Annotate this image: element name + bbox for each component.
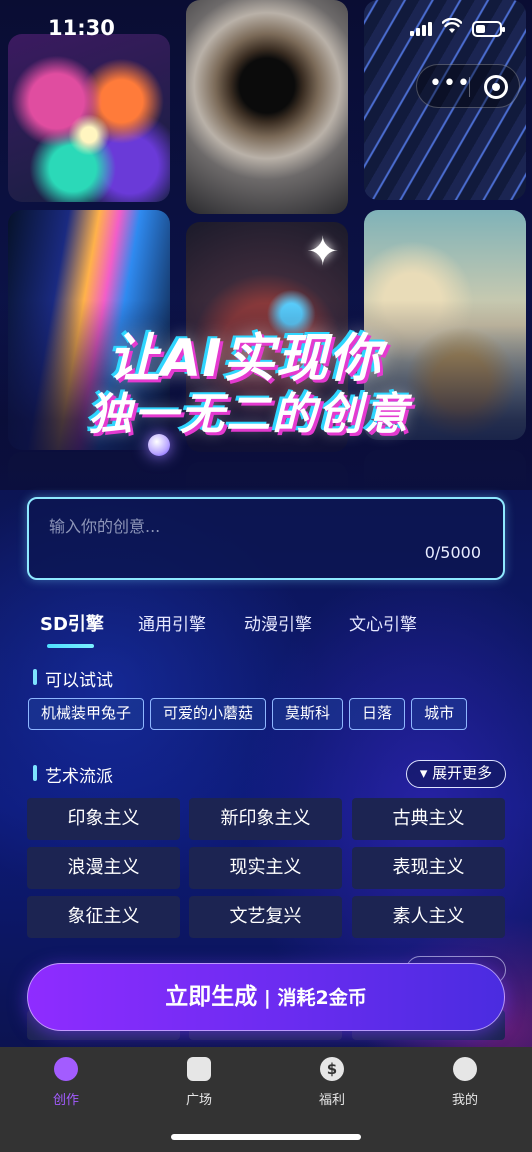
tab-wenxin-engine[interactable]: 文心引擎 [349,610,417,635]
battery-icon [472,21,505,37]
generate-separator: | [257,987,278,1009]
suggestion-chip[interactable]: 可爱的小蘑菇 [150,698,267,730]
tab-underline [47,644,94,648]
style-option[interactable]: 现实主义 [189,847,342,889]
idea-box[interactable]: 0/5000 [27,497,505,580]
art-section-title: 艺术流派 [33,762,113,787]
style-option[interactable]: 象征主义 [27,896,180,938]
status-bar: 11:30 [0,0,532,58]
suggestion-chip[interactable]: 日落 [349,698,406,730]
status-time: 11:30 [48,16,115,40]
style-option[interactable]: 印象主义 [27,798,180,840]
nav-label: 我的 [451,1093,478,1108]
generate-cost: 消耗2金币 [277,987,367,1009]
tab-sd-engine[interactable]: SD引擎 [40,610,104,636]
generate-button[interactable]: 立即生成 | 消耗2金币 [27,963,505,1031]
gallery-icon [187,1057,211,1081]
nav-label: 广场 [185,1093,212,1108]
style-option[interactable]: 文艺复兴 [189,896,342,938]
style-option[interactable]: 表现主义 [352,847,505,889]
nav-item-create[interactable]: 创作 [31,1057,101,1108]
close-target-icon[interactable] [484,75,508,99]
try-section-title: 可以试试 [33,666,113,691]
suggestion-chips: 机械装甲兔子 可爱的小蘑菇 莫斯科 日落 城市 [28,698,504,730]
tab-general-engine[interactable]: 通用引擎 [138,610,206,635]
style-option[interactable]: 古典主义 [352,798,505,840]
home-indicator [171,1134,361,1140]
nav-label: 福利 [318,1093,345,1108]
suggestion-chip[interactable]: 机械装甲兔子 [28,698,145,730]
gallery-image[interactable] [8,34,170,202]
nav-item-profile[interactable]: 我的 [430,1057,500,1108]
sparkle-icon: ✦ [306,229,340,275]
idea-input[interactable] [49,511,479,541]
suggestion-chip[interactable]: 城市 [411,698,468,730]
signal-icon [410,22,434,36]
wifi-icon [441,17,463,39]
dollar-icon: $ [320,1057,344,1081]
suggestion-chip[interactable]: 莫斯科 [272,698,344,730]
nav-item-rewards[interactable]: $ 福利 [297,1057,367,1108]
nav-item-gallery[interactable]: 广场 [164,1057,234,1108]
expand-more-button[interactable]: ▾ 展开更多 [406,760,506,788]
style-option[interactable]: 新印象主义 [189,798,342,840]
char-counter: 0/5000 [424,543,481,562]
slogan-line2: 独一无二的创意 [88,389,410,440]
more-icon[interactable]: ••• [429,71,471,96]
create-icon [54,1057,78,1081]
nav-label: 创作 [52,1093,79,1108]
generate-label: 立即生成 [165,984,258,1010]
style-option[interactable]: 素人主义 [352,896,505,938]
mini-program-capsule: ••• [416,64,520,108]
engine-tabs: SD引擎 通用引擎 动漫引擎 文心引擎 [40,610,500,650]
tab-anime-engine[interactable]: 动漫引擎 [244,610,312,635]
style-option[interactable]: 浪漫主义 [27,847,180,889]
profile-icon [453,1057,477,1081]
